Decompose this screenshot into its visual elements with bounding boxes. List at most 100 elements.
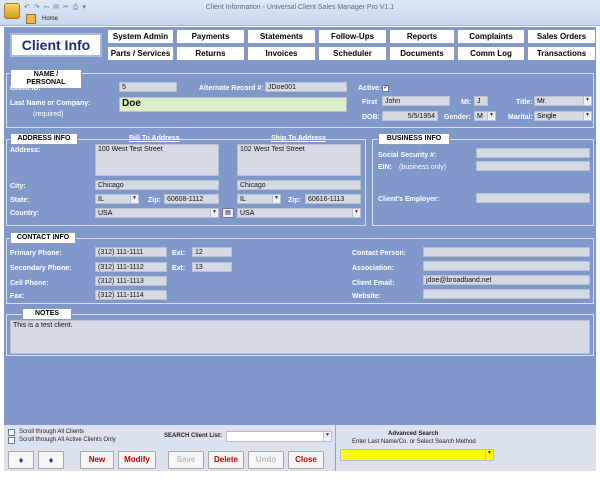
ship-country-select[interactable]: USA ▼: [237, 208, 361, 218]
website-label: Website:: [352, 293, 382, 300]
nav-transactions-button[interactable]: Transactions: [527, 46, 596, 61]
nav-system-admin-button[interactable]: System Admin: [107, 29, 174, 44]
ssn-field[interactable]: [476, 148, 590, 158]
notes-textarea[interactable]: This is a test client.: [10, 320, 590, 354]
nav-complaints-button[interactable]: Complaints: [457, 29, 525, 44]
save-button[interactable]: Save: [168, 451, 204, 469]
website-field[interactable]: [423, 289, 590, 299]
address-label: Address:: [10, 147, 41, 154]
primary-phone-field[interactable]: (312) 111-1111: [95, 247, 167, 257]
dob-field[interactable]: 5/5/1954: [382, 111, 438, 121]
nav-returns-button[interactable]: Returns: [176, 46, 245, 61]
window-titlebar: ↶ ↷ ⎓ ✉ ✂ ⎙ ▾ Client Information - Unive…: [0, 0, 600, 26]
ein-note: (business only): [399, 164, 447, 171]
nav-statements-button[interactable]: Statements: [247, 29, 316, 44]
alternate-record-field[interactable]: JDoe001: [265, 82, 347, 92]
bill-state-value: IL: [98, 196, 104, 203]
nav-follow-ups-button[interactable]: Follow-Ups: [318, 29, 387, 44]
first-name-field[interactable]: John: [382, 96, 450, 106]
country-label: Country:: [10, 210, 40, 217]
ship-address-field[interactable]: 102 West Test Street: [237, 144, 361, 176]
primary-ext-field[interactable]: 12: [192, 247, 232, 257]
ship-city-field[interactable]: Chicago: [237, 180, 361, 190]
marital-select[interactable]: Single ▼: [534, 111, 592, 121]
notes-title: NOTES: [22, 308, 72, 320]
copy-address-icon[interactable]: ▤: [222, 208, 234, 218]
chevron-down-icon[interactable]: ▼: [583, 97, 591, 105]
gender-select[interactable]: M ▼: [474, 111, 496, 121]
secondary-phone-field[interactable]: (312) 111-1112: [95, 262, 167, 272]
ship-zip-field[interactable]: 60616-1113: [305, 194, 361, 204]
chevron-down-icon[interactable]: ▼: [272, 195, 280, 203]
client-email-field[interactable]: jdoe@broadband.net: [423, 275, 590, 285]
modify-button[interactable]: Modify: [118, 451, 156, 469]
contact-person-field[interactable]: [423, 247, 590, 257]
bill-country-select[interactable]: USA ▼: [95, 208, 219, 218]
ship-state-select[interactable]: IL ▼: [237, 194, 281, 204]
fax-field[interactable]: (312) 111-1114: [95, 290, 167, 300]
nav-parts-services-button[interactable]: Parts / Services: [107, 46, 174, 61]
secondary-ext-label: Ext:: [172, 265, 186, 272]
association-field[interactable]: [423, 261, 590, 271]
last-name-label: Last Name or Company:: [10, 100, 91, 107]
middle-initial-label: MI:: [461, 99, 472, 106]
page-title: Client Info: [10, 33, 102, 57]
close-button[interactable]: Close: [288, 451, 324, 469]
bill-country-value: USA: [98, 210, 113, 217]
employer-field[interactable]: [476, 193, 590, 203]
scroll-active-checkbox[interactable]: [8, 437, 15, 444]
secondary-ext-field[interactable]: 13: [192, 262, 232, 272]
marital-label: Marital:: [508, 114, 533, 121]
chevron-down-icon[interactable]: ▼: [583, 112, 591, 120]
chevron-down-icon[interactable]: ▼: [210, 209, 218, 217]
cell-phone-field[interactable]: (312) 111-1113: [95, 276, 167, 286]
bill-state-select[interactable]: IL ▼: [95, 194, 139, 204]
primary-ext-label: Ext:: [172, 250, 186, 257]
chevron-down-icon[interactable]: ▼: [352, 209, 360, 217]
new-button[interactable]: New: [80, 451, 114, 469]
title-select[interactable]: Mr. ▼: [534, 96, 592, 106]
ein-field[interactable]: [476, 161, 590, 171]
cell-phone-label: Cell Phone:: [10, 280, 49, 287]
ship-country-value: USA: [240, 210, 255, 217]
search-client-list-select[interactable]: ▼: [226, 431, 332, 442]
next-record-button[interactable]: ♦: [38, 451, 64, 469]
middle-initial-field[interactable]: J: [474, 96, 488, 106]
advanced-search-input[interactable]: ▼: [340, 449, 494, 461]
last-name-field[interactable]: Doe: [119, 97, 347, 112]
home-icon[interactable]: [26, 14, 36, 24]
ship-to-heading: Ship To Address: [271, 135, 326, 142]
scroll-all-label: Scroll through All Clients: [19, 429, 85, 435]
title-value: Mr.: [537, 98, 547, 105]
delete-button[interactable]: Delete: [208, 451, 244, 469]
nav-comm-log-button[interactable]: Comm Log: [457, 46, 525, 61]
nav-reports-button[interactable]: Reports: [389, 29, 455, 44]
bill-zip-field[interactable]: 60608-1112: [164, 194, 219, 204]
nav-sales-orders-button[interactable]: Sales Orders: [527, 29, 596, 44]
active-checkbox[interactable]: ✓: [382, 85, 389, 92]
scroll-all-checkbox[interactable]: [8, 429, 15, 436]
bill-address-field[interactable]: 100 West Test Street: [95, 144, 219, 176]
nav-payments-button[interactable]: Payments: [176, 29, 245, 44]
ribbon-tab-home[interactable]: Home: [42, 16, 58, 22]
contact-person-label: Contact Person:: [352, 250, 407, 257]
gender-label: Gender:: [444, 114, 471, 121]
previous-record-button[interactable]: ♦: [8, 451, 34, 469]
nav-documents-button[interactable]: Documents: [389, 46, 455, 61]
chevron-down-icon[interactable]: ▼: [485, 450, 493, 460]
undo-button[interactable]: Undo: [248, 451, 284, 469]
primary-phone-label: Primary Phone:: [10, 250, 62, 257]
client-email-label: Client Email:: [352, 280, 395, 287]
nav-invoices-button[interactable]: Invoices: [247, 46, 316, 61]
alternate-record-label: Alternate Record #:: [199, 85, 264, 92]
bill-city-field[interactable]: Chicago: [95, 180, 219, 190]
nav-scheduler-button[interactable]: Scheduler: [318, 46, 387, 61]
secondary-phone-label: Secondary Phone:: [10, 265, 72, 272]
client-id-field[interactable]: 5: [119, 82, 177, 92]
chevron-down-icon[interactable]: ▼: [130, 195, 138, 203]
fax-label: Fax:: [10, 293, 25, 300]
chevron-down-icon[interactable]: ▼: [487, 112, 495, 120]
ship-zip-label: Zip:: [288, 197, 301, 204]
city-label: City:: [10, 183, 26, 190]
chevron-down-icon[interactable]: ▼: [323, 432, 331, 441]
